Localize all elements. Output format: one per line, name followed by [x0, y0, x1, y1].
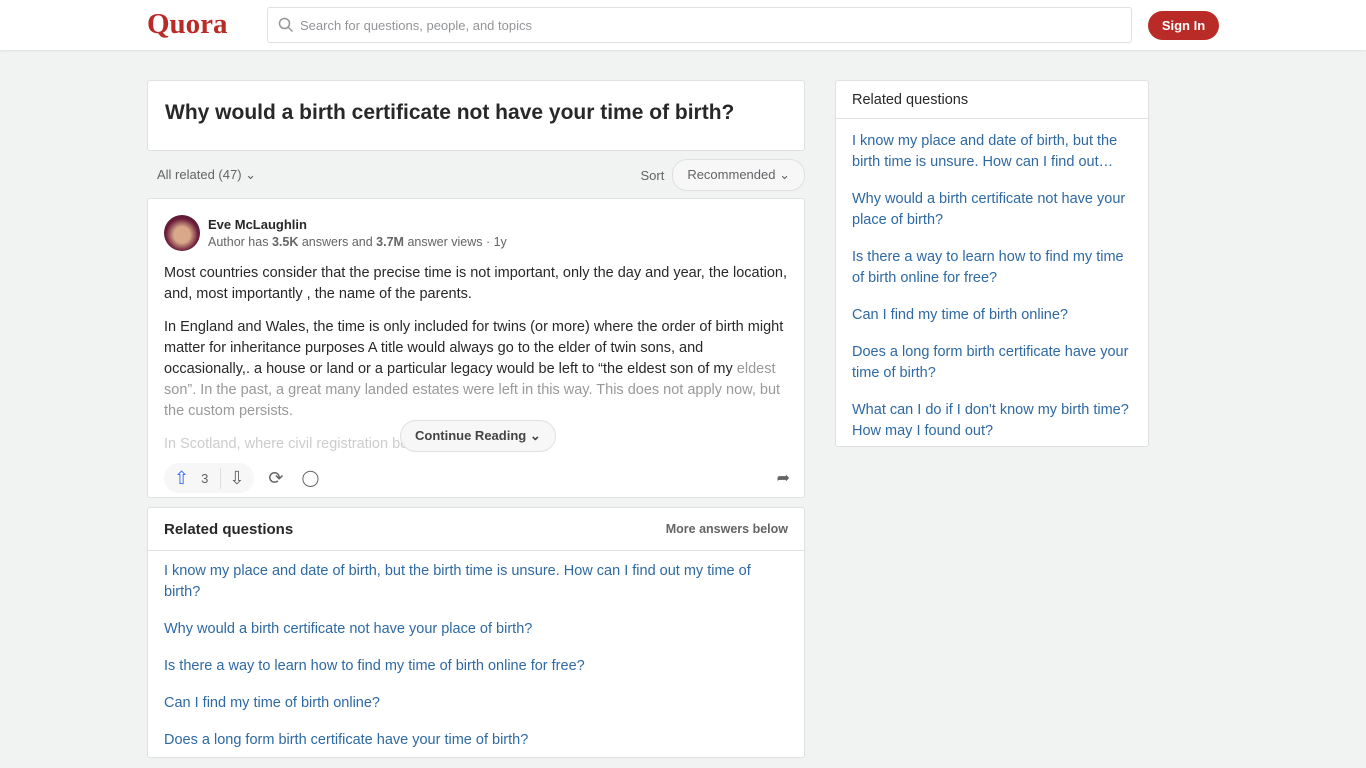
answer-card: Eve McLaughlin Author has 3.5K answers a…: [147, 198, 805, 498]
answer-paragraph: In England and Wales, the time is only i…: [164, 317, 788, 422]
related-question-link[interactable]: I know my place and date of birth, but t…: [148, 553, 804, 611]
search-input[interactable]: Search for questions, people, and topics: [267, 7, 1132, 43]
sidebar-related-header: Related questions: [836, 81, 1148, 119]
upvote-count: 3: [201, 470, 209, 486]
meta-prefix: Author has: [208, 235, 272, 249]
related-question-link[interactable]: Is there a way to learn how to find my t…: [836, 239, 1148, 297]
sidebar-related-title: Related questions: [852, 91, 969, 108]
action-bar: ⇧ 3 ⇩ ⟳ ◯ ➦: [164, 463, 790, 493]
related-questions-sidebar: Related questions I know my place and da…: [835, 80, 1149, 447]
chevron-down-icon: ⌄: [529, 428, 541, 443]
view-count: 3.7M: [376, 235, 404, 249]
more-answers-below: More answers below: [665, 522, 788, 536]
top-header: Quora Search for questions, people, and …: [0, 0, 1366, 50]
upvote-icon[interactable]: ⇧: [174, 468, 189, 489]
related-questions-main: Related questions More answers below I k…: [147, 507, 805, 758]
share-reshare-icon[interactable]: ⟳: [268, 468, 283, 489]
chevron-down-icon: ⌄: [245, 167, 257, 182]
answer-count: 3.5K: [271, 235, 299, 249]
search-placeholder: Search for questions, people, and topics: [300, 17, 532, 33]
related-question-link[interactable]: Can I find my time of birth online?: [836, 297, 1148, 334]
related-question-link[interactable]: Does a long form birth certificate have …: [148, 722, 804, 759]
answer-paragraph: Most countries consider that the precise…: [164, 265, 788, 302]
all-related-label: All related (47): [157, 167, 242, 182]
question-title: Why would a birth certificate not have y…: [147, 80, 805, 151]
related-question-link[interactable]: Why would a birth certificate not have y…: [836, 181, 1148, 239]
paragraph-part: In England and Wales, the time is only i…: [164, 319, 784, 377]
related-list: I know my place and date of birth, but t…: [148, 551, 804, 759]
sidebar-related-list: I know my place and date of birth, but t…: [836, 119, 1148, 450]
related-question-link[interactable]: Why would a birth certificate not have y…: [148, 611, 804, 648]
chevron-down-icon: ⌄: [779, 167, 790, 182]
sort-value: Recommended: [687, 167, 776, 182]
related-question-link[interactable]: Can I find my time of birth online?: [148, 685, 804, 722]
share-icon[interactable]: ➦: [777, 468, 790, 488]
related-question-link[interactable]: I know my place and date of birth, but t…: [836, 123, 1148, 181]
author-name[interactable]: Eve McLaughlin: [208, 217, 507, 232]
filter-bar: All related (47) ⌄ Sort Recommended ⌄: [157, 159, 805, 191]
related-header: Related questions More answers below: [148, 508, 804, 551]
downvote-icon[interactable]: ⇩: [220, 467, 244, 489]
continue-reading-button[interactable]: Continue Reading ⌄: [400, 420, 556, 452]
avatar[interactable]: [164, 215, 200, 251]
sort-dropdown[interactable]: Recommended ⌄: [672, 159, 805, 191]
vote-group: ⇧ 3 ⇩: [164, 463, 255, 493]
comment-icon[interactable]: ◯: [302, 468, 320, 488]
related-title: Related questions: [164, 520, 294, 538]
sign-in-button[interactable]: Sign In: [1148, 11, 1219, 40]
search-icon: [278, 17, 294, 33]
related-question-link[interactable]: What can I do if I don't know my birth t…: [836, 392, 1148, 450]
author-row: Eve McLaughlin Author has 3.5K answers a…: [164, 215, 788, 251]
sort-label: Sort: [640, 167, 665, 183]
related-question-link[interactable]: Does a long form birth certificate have …: [836, 334, 1148, 392]
related-question-link[interactable]: Is there a way to learn how to find my t…: [148, 648, 804, 685]
author-meta: Author has 3.5K answers and 3.7M answer …: [208, 235, 507, 249]
quora-logo[interactable]: Quora: [147, 8, 228, 41]
continue-label: Continue Reading: [415, 428, 527, 443]
meta-suffix: answer views · 1y: [403, 235, 507, 249]
meta-mid: answers and: [298, 235, 377, 249]
all-related-dropdown[interactable]: All related (47) ⌄: [157, 167, 256, 183]
